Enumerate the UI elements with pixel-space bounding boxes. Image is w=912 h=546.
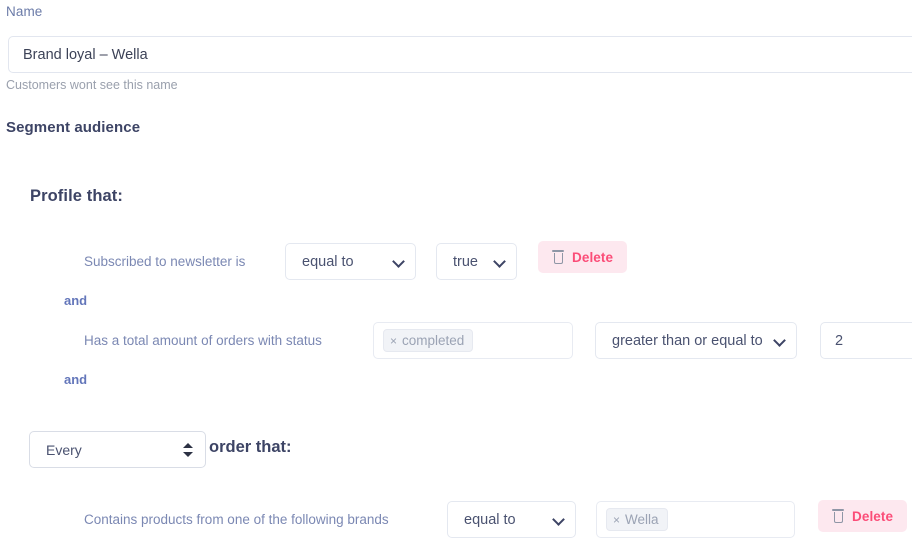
token-remove-icon[interactable]: × — [390, 335, 397, 347]
condition-operator-dropdown-total-orders[interactable]: greater than or equal to — [595, 322, 797, 359]
token-completed[interactable]: × completed — [383, 329, 474, 352]
delete-condition-button-brands[interactable]: Delete — [818, 500, 908, 532]
delete-button-label: Delete — [852, 508, 894, 524]
chevron-down-icon — [554, 514, 565, 525]
stepper-arrows-icon — [183, 442, 193, 458]
profile-that-heading: Profile that: — [30, 187, 123, 205]
connector-and-1: and — [64, 293, 88, 308]
chevron-down-icon — [495, 256, 506, 267]
condition-value-dropdown-subscribed[interactable]: true — [436, 243, 517, 280]
condition-amount-input[interactable] — [820, 322, 912, 359]
token-label: Wella — [625, 512, 659, 527]
condition-value-subscribed: true — [453, 253, 478, 270]
chevron-down-icon — [394, 256, 405, 267]
trash-icon — [832, 509, 844, 523]
delete-condition-button-subscribed[interactable]: Delete — [538, 241, 628, 273]
order-condition-operator-dropdown[interactable]: equal to — [447, 501, 576, 538]
order-scope-select[interactable]: Every — [29, 431, 206, 468]
condition-operator-value-total-orders: greater than or equal to — [612, 332, 763, 349]
chevron-down-icon — [775, 335, 786, 346]
token-label: completed — [402, 333, 465, 348]
name-field-help-text: Customers wont see this name — [6, 78, 178, 92]
condition-label-subscribed-to-newsletter: Subscribed to newsletter is — [84, 254, 246, 269]
connector-and-2: and — [64, 372, 88, 387]
condition-operator-value-subscribed: equal to — [302, 253, 354, 270]
segment-audience-heading: Segment audience — [6, 119, 141, 136]
condition-operator-dropdown-subscribed[interactable]: equal to — [285, 243, 416, 280]
order-condition-operator-value: equal to — [464, 511, 516, 528]
name-input[interactable] — [8, 36, 912, 73]
delete-button-label: Delete — [572, 249, 614, 265]
condition-label-total-orders-status: Has a total amount of orders with status — [84, 333, 322, 348]
token-wella[interactable]: × Wella — [606, 508, 668, 531]
trash-icon — [552, 250, 564, 264]
order-scope-value: Every — [46, 441, 82, 458]
condition-status-token-input[interactable]: × completed — [373, 322, 573, 359]
token-remove-icon[interactable]: × — [613, 514, 620, 526]
order-condition-label-brands: Contains products from one of the follow… — [84, 512, 389, 527]
segment-editor-page: Name Customers wont see this name Segmen… — [0, 0, 912, 546]
order-condition-brand-token-input[interactable]: × Wella — [596, 501, 795, 538]
name-field-label: Name — [6, 4, 43, 19]
order-that-heading: order that: — [209, 438, 292, 456]
